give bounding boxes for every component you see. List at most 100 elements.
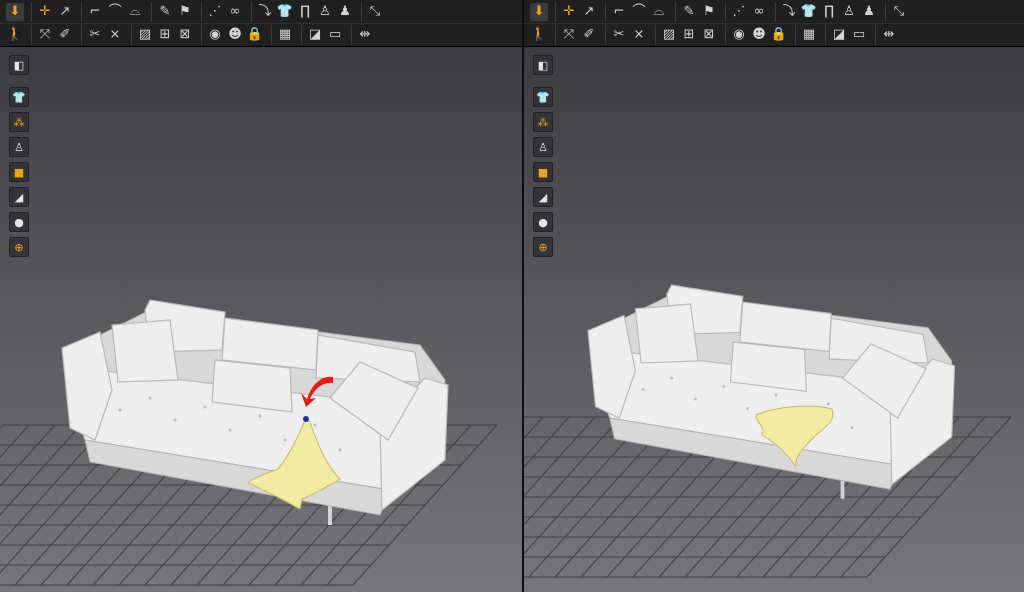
cut-tool-button[interactable]: ✂ — [86, 26, 104, 44]
mesh-display-toggle[interactable]: ◢ — [533, 187, 553, 207]
zipper-tool-button[interactable]: ☻ — [226, 26, 244, 44]
avatar-silhouette-icon: ● — [538, 215, 548, 229]
avatar-tool-button[interactable]: ♙ — [316, 3, 334, 21]
fold-tool-button[interactable]: ⤵ — [780, 3, 798, 21]
panel-tool-button[interactable]: ◪ — [830, 26, 848, 44]
avatar-tool-button[interactable]: ♙ — [840, 3, 858, 21]
grid-tool-button[interactable]: ⊞ — [156, 26, 174, 44]
tool-group: ✎ ⚑ — [675, 2, 722, 22]
pants-tool-button[interactable]: ∏ — [820, 3, 838, 21]
tool-group: ◪ ▭ — [301, 25, 348, 45]
mesh-display-toggle[interactable]: ◢ — [9, 187, 29, 207]
flat-panel-tool-button[interactable]: ▭ — [326, 26, 344, 44]
tool-group: ⤡ — [885, 2, 912, 22]
brush-tool-button[interactable]: ✐ — [56, 26, 74, 44]
tool-group: ✂ ⨯ — [605, 25, 652, 45]
mirror-tool-button[interactable]: ⨯ — [630, 26, 648, 44]
select-arrow-tool-button[interactable]: ↗ — [56, 3, 74, 21]
transform-tool-button[interactable]: ⤧ — [560, 26, 578, 44]
panel-tool-button[interactable]: ◪ — [306, 26, 324, 44]
pattern-fill-tool-button[interactable]: ⊠ — [176, 26, 194, 44]
cube-view-toggle[interactable]: ◧ — [533, 55, 553, 75]
tack-tool-tool-button[interactable]: ⚑ — [176, 3, 194, 21]
down-arrow-tool-button[interactable]: ⬇ — [530, 3, 548, 21]
down-arrow-tool-button[interactable]: ⬇ — [6, 3, 24, 21]
garment-tool-button[interactable]: 👕 — [800, 3, 818, 21]
lock-tool-button[interactable]: 🔒 — [770, 26, 788, 44]
mirror-tool-button[interactable]: ⨯ — [106, 26, 124, 44]
hanger-tool-button[interactable]: ▦ — [800, 26, 818, 44]
edit-pattern-tool-button[interactable]: ⌐ — [86, 3, 104, 21]
pattern-fill-tool-button[interactable]: ⊠ — [700, 26, 718, 44]
avatar-silhouette-toggle[interactable]: ● — [9, 212, 29, 232]
flat-panel-tool-button[interactable]: ▭ — [850, 26, 868, 44]
sofa-model — [587, 284, 956, 499]
grid-tool-button[interactable]: ⊞ — [680, 26, 698, 44]
tuft — [203, 405, 207, 409]
split-tool-button[interactable]: ⇹ — [880, 26, 898, 44]
texture-tool-button[interactable]: ▨ — [136, 26, 154, 44]
fold-tool-button[interactable]: ⤵ — [256, 3, 274, 21]
measure-tool-button[interactable]: ⤡ — [890, 3, 908, 21]
button-tool-button[interactable]: ◉ — [730, 26, 748, 44]
avatar-pose-tool-button[interactable]: ♟ — [860, 3, 878, 21]
edit-curve-tool-button[interactable]: ⌒ — [630, 3, 648, 21]
zipper-tool-button[interactable]: ☻ — [750, 26, 768, 44]
avatar-pose-tool-button[interactable]: ♟ — [336, 3, 354, 21]
mirror-icon: ⨯ — [633, 27, 645, 42]
tack-tool-tool-button[interactable]: ⚑ — [700, 3, 718, 21]
avatar-silhouette-toggle[interactable]: ● — [533, 212, 553, 232]
move-cross-tool-button[interactable]: ✛ — [36, 3, 54, 21]
pants-tool-button[interactable]: ∏ — [296, 3, 314, 21]
hanger-tool-button[interactable]: ▦ — [276, 26, 294, 44]
edit-segment-tool-button[interactable]: ⌓ — [650, 3, 668, 21]
world-grid-toggle[interactable]: ⊕ — [9, 237, 29, 257]
pin-tool-tool-button[interactable]: ✎ — [156, 3, 174, 21]
pants-icon: ∏ — [824, 4, 834, 19]
shirt-display-icon: 👕 — [536, 90, 550, 104]
tuft — [670, 376, 673, 380]
particle-icon: ⁂ — [537, 115, 549, 129]
add-point-tool-button[interactable]: ⋰ — [730, 3, 748, 21]
3d-viewport[interactable]: ◧ 👕 ⁂ ♙ ■ ◢ ● ⊕ — [0, 47, 522, 592]
walk-tool-button[interactable]: 🚶 — [6, 26, 24, 44]
select-arrow-tool-button[interactable]: ↗ — [580, 3, 598, 21]
world-grid-icon: ⊕ — [538, 240, 548, 254]
avatar-display-toggle[interactable]: ♙ — [9, 137, 29, 157]
mirror-icon: ⨯ — [109, 27, 121, 42]
texture-display-icon: ■ — [13, 165, 25, 179]
world-grid-toggle[interactable]: ⊕ — [533, 237, 553, 257]
move-cross-tool-button[interactable]: ✛ — [560, 3, 578, 21]
edit-curve-tool-button[interactable]: ⌒ — [106, 3, 124, 21]
tool-group: ▦ — [271, 25, 298, 45]
add-point-tool-button[interactable]: ⋰ — [206, 3, 224, 21]
transform-tool-button[interactable]: ⤧ — [36, 26, 54, 44]
sewing-tool-button[interactable]: ∞ — [226, 3, 244, 21]
measure-tool-button[interactable]: ⤡ — [366, 3, 384, 21]
brush-tool-button[interactable]: ✐ — [580, 26, 598, 44]
tuft — [283, 438, 287, 442]
lock-tool-button[interactable]: 🔒 — [246, 26, 264, 44]
particle-toggle[interactable]: ⁂ — [9, 112, 29, 132]
garment-tool-button[interactable]: 👕 — [276, 3, 294, 21]
sewing-tool-button[interactable]: ∞ — [750, 3, 768, 21]
button-tool-button[interactable]: ◉ — [206, 26, 224, 44]
pin-tool-tool-button[interactable]: ✎ — [680, 3, 698, 21]
particle-toggle[interactable]: ⁂ — [533, 112, 553, 132]
split-tool-button[interactable]: ⇹ — [356, 26, 374, 44]
avatar-display-toggle[interactable]: ♙ — [533, 137, 553, 157]
tool-group: ⋰ ∞ — [725, 2, 772, 22]
cube-view-toggle[interactable]: ◧ — [9, 55, 29, 75]
tuft — [313, 423, 317, 427]
texture-tool-button[interactable]: ▨ — [660, 26, 678, 44]
edit-pattern-tool-button[interactable]: ⌐ — [610, 3, 628, 21]
shirt-display-toggle[interactable]: 👕 — [533, 87, 553, 107]
edit-segment-tool-button[interactable]: ⌓ — [126, 3, 144, 21]
texture-display-toggle[interactable]: ■ — [9, 162, 29, 182]
shirt-display-toggle[interactable]: 👕 — [9, 87, 29, 107]
cut-tool-button[interactable]: ✂ — [610, 26, 628, 44]
texture-display-toggle[interactable]: ■ — [533, 162, 553, 182]
tuft — [774, 393, 778, 397]
walk-tool-button[interactable]: 🚶 — [530, 26, 548, 44]
3d-viewport[interactable]: ◧ 👕 ⁂ ♙ ■ ◢ ● ⊕ — [524, 47, 1024, 592]
